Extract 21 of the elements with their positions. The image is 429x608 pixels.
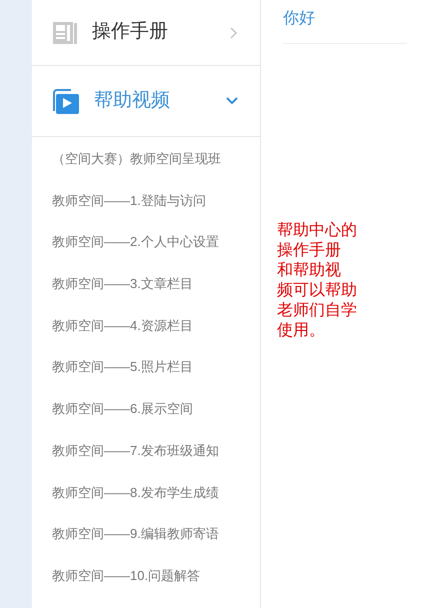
chevron-down-icon <box>226 97 238 105</box>
book-icon <box>52 20 78 46</box>
section-label: 帮助视频 <box>94 88 171 113</box>
video-link[interactable]: 教师空间——3.文章栏目 <box>32 274 260 316</box>
play-video-icon <box>52 87 80 115</box>
video-link[interactable]: 教师空间——4.资源栏目 <box>32 316 260 358</box>
video-link[interactable]: 教师空间——1.登陆与访问 <box>32 190 260 232</box>
video-link[interactable]: 教师空间——2.个人中心设置 <box>32 232 260 274</box>
section-label: 操作手册 <box>92 20 169 44</box>
annotation-text: 帮助中心的 操作手册 和帮助视 频可以帮助 老师们自学 使用。 <box>277 220 357 340</box>
chevron-right-icon <box>230 26 238 38</box>
menu-section-header[interactable]: 帮助视频 <box>32 66 260 137</box>
video-link[interactable]: 教师空间——6.展示空间 <box>32 399 260 441</box>
video-link[interactable]: （空间大赛）教师空间呈现班 <box>32 149 260 191</box>
video-link[interactable]: 教师空间——7.发布班级通知 <box>32 440 260 482</box>
video-link[interactable]: 教师空间——9.编辑教师寄语 <box>32 524 260 566</box>
video-link[interactable]: 教师空间——8.发布学生成绩 <box>32 482 260 524</box>
menu-section-header[interactable]: 操作手册 <box>32 0 260 66</box>
video-link[interactable]: 教师空间——10.问题解答 <box>32 566 260 608</box>
greeting-text: 你好 <box>283 9 315 29</box>
video-link[interactable]: 教师空间——5.照片栏目 <box>32 357 260 400</box>
